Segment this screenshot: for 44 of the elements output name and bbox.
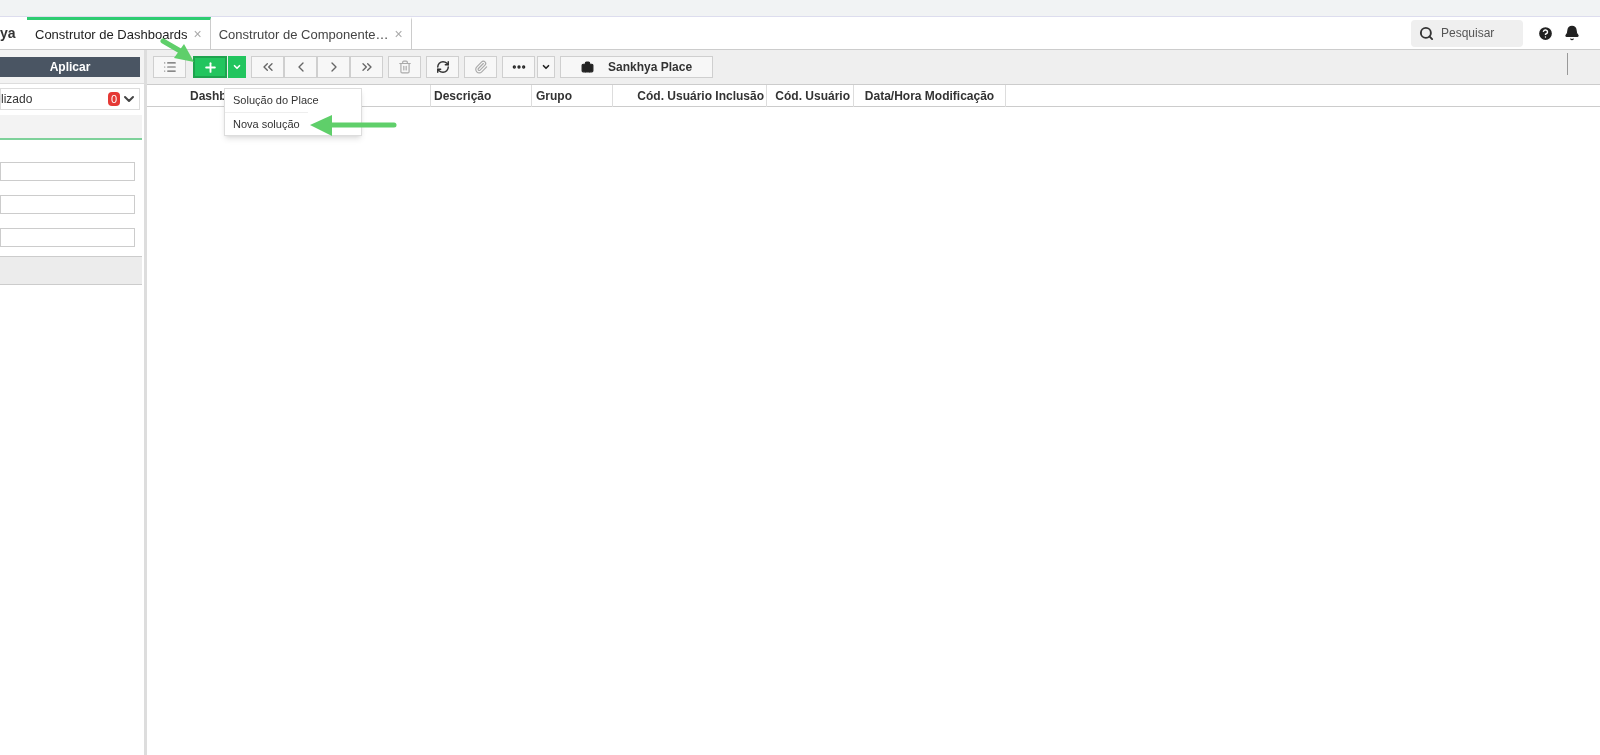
plus-icon <box>202 59 218 75</box>
bell-icon[interactable] <box>1564 25 1580 41</box>
next-button[interactable] <box>317 56 350 78</box>
delete-button[interactable] <box>388 56 421 78</box>
tab[interactable]: Construtor de Componente… × <box>210 16 412 50</box>
column-header[interactable]: Grupo <box>532 84 613 107</box>
refresh-button[interactable] <box>426 56 459 78</box>
first-button[interactable] <box>251 56 284 78</box>
input-field[interactable] <box>0 195 135 214</box>
input-field[interactable] <box>0 228 135 247</box>
menu-item[interactable]: Solução do Place <box>225 89 327 112</box>
add-button[interactable] <box>193 56 227 78</box>
more-menu-toggle[interactable] <box>537 56 555 78</box>
more-button[interactable] <box>502 56 535 78</box>
search-icon <box>1419 25 1434 41</box>
filter-label: lizado <box>1 91 33 108</box>
list-button[interactable] <box>153 56 186 78</box>
apply-button[interactable]: Aplicar <box>0 56 140 77</box>
last-button[interactable] <box>350 56 383 78</box>
refresh-icon <box>435 60 450 74</box>
logo-text: ya <box>0 23 17 43</box>
paperclip-icon <box>473 60 488 74</box>
caret-icon <box>232 62 242 72</box>
previous-button[interactable] <box>284 56 317 78</box>
filter-dropdown[interactable]: lizado 0 <box>0 88 140 110</box>
input-field[interactable] <box>0 162 135 181</box>
menu-item[interactable]: Nova solução <box>225 112 308 135</box>
tab-label: Construtor de Dashboards <box>35 25 188 44</box>
sankhya-place-button[interactable]: Sankhya Place <box>560 56 714 78</box>
trash-icon <box>397 60 412 74</box>
caret-icon <box>541 62 551 72</box>
column-header[interactable]: Cód. Usuário <box>767 84 854 107</box>
column-header[interactable]: Cód. Usuário Inclusão <box>613 84 767 107</box>
add-menu-toggle[interactable] <box>228 56 246 78</box>
annotation-arrow <box>160 38 196 64</box>
help-icon[interactable] <box>1537 24 1554 42</box>
tab-label: Construtor de Componente… <box>218 25 389 44</box>
briefcase-icon <box>581 60 594 74</box>
column-header[interactable]: Data/Hora Modificação <box>854 84 1006 107</box>
attach-button[interactable] <box>464 56 497 78</box>
search-field[interactable]: Pesquisar <box>1411 19 1523 47</box>
count-badge: 0 <box>107 92 120 106</box>
column-header[interactable]: Descrição <box>431 84 532 107</box>
list-icon <box>162 60 177 74</box>
